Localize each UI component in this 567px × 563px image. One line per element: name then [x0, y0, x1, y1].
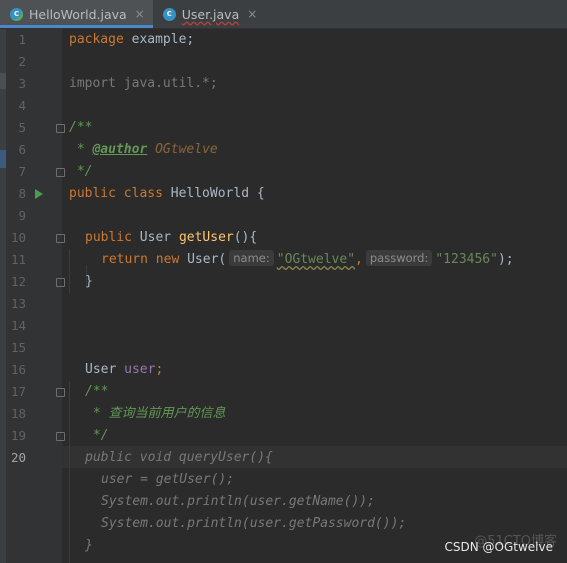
run-icon[interactable] [35, 189, 43, 199]
code-text: */ [85, 428, 109, 443]
tab-helloworld-java[interactable]: c HelloWorld.java × [0, 0, 153, 28]
code-line: 2 [0, 51, 567, 73]
code-line: 3 import java.util.*; [0, 73, 567, 95]
code-line: 11 return new User(name: "OGtwelve", passw… [0, 249, 567, 271]
line-number: 8 [18, 186, 26, 201]
code-text: } [85, 538, 93, 553]
parameter-hint: password: [365, 250, 433, 266]
fold-toggle-icon[interactable] [56, 234, 65, 243]
close-icon[interactable]: × [135, 7, 145, 21]
code-text: User user; [85, 362, 164, 377]
code-text: user = getUser(); [101, 472, 235, 487]
fold-toggle-icon[interactable] [56, 388, 65, 397]
code-text: package example; [69, 32, 195, 47]
code-text: } [85, 274, 93, 289]
code-line: user = getUser(); [0, 469, 567, 491]
line-number: 15 [10, 340, 26, 355]
code-line: 13 [0, 293, 567, 315]
code-text: return new User(name: "OGtwelve", password… [101, 250, 514, 267]
code-text: * @author OGtwelve [69, 142, 218, 157]
line-number: 20 [10, 450, 26, 465]
fold-toggle-icon[interactable] [56, 432, 65, 441]
code-editor[interactable]: 1 package example; 2 3 import java.util.… [0, 29, 567, 563]
code-text: */ [69, 164, 93, 179]
line-number: 11 [10, 252, 26, 267]
line-number: 3 [18, 76, 26, 91]
line-number: 14 [10, 318, 26, 333]
line-number: 6 [18, 142, 26, 157]
line-number: 12 [10, 274, 26, 289]
close-icon[interactable]: × [247, 7, 257, 21]
fold-toggle-icon[interactable] [56, 168, 65, 177]
line-number: 19 [10, 428, 26, 443]
code-text: /** [85, 384, 109, 399]
fold-toggle-icon[interactable] [56, 278, 65, 287]
line-number: 4 [18, 98, 26, 113]
code-line: 6 * @author OGtwelve [0, 139, 567, 161]
tab-user-java[interactable]: c User.java × [153, 0, 266, 28]
code-text: public User getUser(){ [85, 230, 258, 245]
java-class-icon: c [162, 7, 176, 21]
editor-tab-bar: c HelloWorld.java × c User.java × [0, 0, 567, 29]
parameter-hint: name: [229, 250, 274, 266]
code-text: import java.util.*; [69, 76, 218, 91]
code-line: 17 /** [0, 381, 567, 403]
code-line: System.out.println(user.getName()); [0, 491, 567, 513]
watermark: CSDN @OGtwelve [444, 540, 554, 554]
code-line: 18 * 查询当前用户的信息 [0, 403, 567, 425]
line-number: 10 [10, 230, 26, 245]
line-number: 1 [18, 32, 26, 47]
line-number: 13 [10, 296, 26, 311]
code-line: 1 package example; [0, 29, 567, 51]
tab-label: User.java [181, 6, 240, 22]
line-number: 17 [10, 384, 26, 399]
line-number: 18 [10, 406, 26, 421]
code-text: System.out.println(user.getPassword()); [101, 516, 407, 531]
code-line: 12 } [0, 271, 567, 293]
line-number: 2 [18, 54, 26, 69]
code-text: System.out.println(user.getName()); [101, 494, 375, 509]
code-line: 15 [0, 337, 567, 359]
code-line: 16 User user; [0, 359, 567, 381]
code-line: 20 public void queryUser(){ [0, 447, 567, 469]
code-text: public class HelloWorld { [69, 186, 265, 201]
line-number: 5 [18, 120, 26, 135]
code-line: 19 */ [0, 425, 567, 447]
line-number: 7 [18, 164, 26, 179]
code-line: 10 public User getUser(){ [0, 227, 567, 249]
code-text: public void queryUser(){ [85, 450, 273, 465]
code-line: 9 [0, 205, 567, 227]
fold-toggle-icon[interactable] [56, 124, 65, 133]
code-line: 8 public class HelloWorld { [0, 183, 567, 205]
line-number: 16 [10, 362, 26, 377]
code-line: 14 [0, 315, 567, 337]
code-line: 5 /** [0, 117, 567, 139]
code-text: /** [69, 120, 93, 135]
line-number: 9 [18, 208, 26, 223]
code-line: 7 */ [0, 161, 567, 183]
tab-label: HelloWorld.java [29, 6, 127, 22]
code-line: 4 [0, 95, 567, 117]
code-text: * 查询当前用户的信息 [85, 406, 226, 421]
java-class-icon: c [10, 7, 23, 21]
